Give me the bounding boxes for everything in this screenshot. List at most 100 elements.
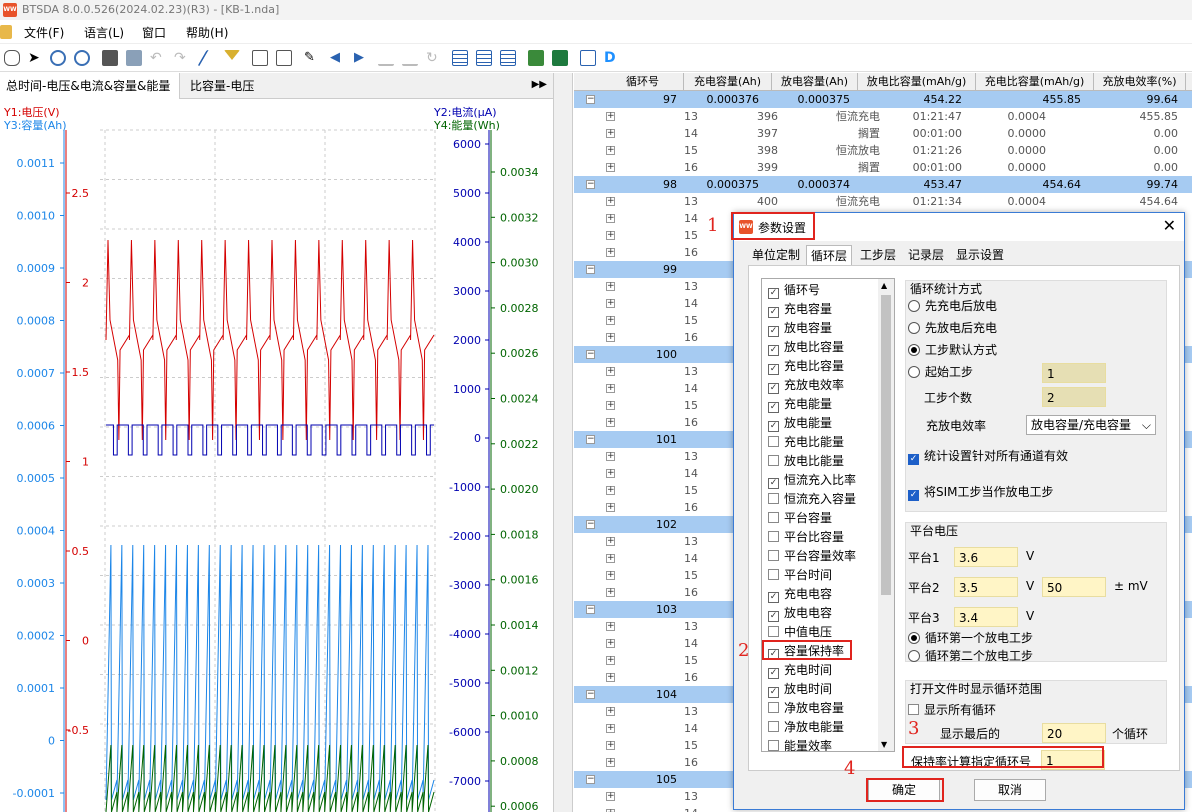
scroll-down-icon[interactable]: ▼ xyxy=(881,740,887,749)
checkbox-checked-icon[interactable]: ✓ xyxy=(768,288,779,299)
sim-checkbox[interactable]: ✓ 将SIM工步当作放电工步 xyxy=(908,483,1054,501)
show-all-checkbox[interactable]: 显示所有循环 xyxy=(908,701,996,718)
checkbox-icon[interactable] xyxy=(768,493,779,504)
column-option[interactable]: 充电比能量 xyxy=(768,433,844,452)
checkbox-checked-icon[interactable]: ✓ xyxy=(768,592,779,603)
tools-icon[interactable]: ✎ xyxy=(304,50,320,66)
splitter[interactable] xyxy=(553,73,573,812)
tab-scroll-icon[interactable]: ▶▶ xyxy=(532,79,547,90)
checkbox-icon[interactable] xyxy=(768,626,779,637)
efficiency-select[interactable]: 放电容量/充电容量 ⌵ xyxy=(1026,415,1156,435)
menu-doc-icon[interactable] xyxy=(0,25,12,39)
chart-area[interactable]: 0.0011 0.0010 0.0009 0.0008 0.0007 0.0006 0.00… xyxy=(0,100,553,812)
column-header[interactable]: 充 xyxy=(1186,73,1192,91)
tab-cycle[interactable]: 循环层 xyxy=(806,245,853,265)
start-step-input[interactable]: 1 xyxy=(1042,363,1106,383)
checkbox-checked-icon[interactable]: ✓ xyxy=(768,478,779,489)
column-header[interactable]: 放电容量(Ah) xyxy=(772,73,858,91)
checkbox-checked-icon[interactable]: ✓ xyxy=(768,668,779,679)
table-icon[interactable] xyxy=(452,50,468,66)
column-option[interactable]: ✓ 恒流充入比率 xyxy=(768,471,856,490)
checkbox-checked-icon[interactable]: ✓ xyxy=(768,402,779,413)
reset-icon[interactable] xyxy=(102,50,118,66)
table-row[interactable]: −97 0.000376 0.000375 454.22 455.85 99.64 xyxy=(574,91,1192,108)
excel-icon[interactable] xyxy=(552,50,568,66)
refresh-icon[interactable]: ↻ xyxy=(426,50,442,66)
radio-second-discharge[interactable]: 循环第二个放电工步 xyxy=(908,647,1033,664)
checkbox-icon[interactable] xyxy=(768,455,779,466)
menu-language[interactable]: 语言(L) xyxy=(84,24,124,41)
radio-default[interactable]: 工步默认方式 xyxy=(908,341,997,358)
grid-icon[interactable] xyxy=(126,50,142,66)
cancel-button[interactable]: 取消 xyxy=(974,779,1046,801)
radio-charge-first[interactable]: 先充电后放电 xyxy=(908,297,997,314)
checkbox-checked-icon[interactable]: ✓ xyxy=(768,345,779,356)
line-tool-icon[interactable] xyxy=(197,50,223,66)
export-icon[interactable] xyxy=(528,50,544,66)
tab-time-voltage[interactable]: 总时间-电压&电流&容量&能量 xyxy=(0,73,180,99)
pointer-icon[interactable]: ➤ xyxy=(28,50,44,66)
checkbox-icon[interactable] xyxy=(768,512,779,523)
column-option[interactable]: 平台容量 xyxy=(768,509,832,528)
column-option[interactable]: 净放电能量 xyxy=(768,718,844,737)
scroll-up-icon[interactable]: ▲ xyxy=(881,281,887,290)
column-option[interactable]: ✓ 充电能量 xyxy=(768,395,832,414)
column-option[interactable]: 净放电容量 xyxy=(768,699,844,718)
column-option[interactable]: 放电比能量 xyxy=(768,452,844,471)
radio-first-discharge[interactable]: 循环第一个放电工步 xyxy=(908,629,1033,646)
column-header[interactable]: 充电比容量(mAh/g) xyxy=(976,73,1094,91)
column-option[interactable]: 平台容量效率 xyxy=(768,547,856,566)
column-header[interactable]: 充放电效率(%) xyxy=(1094,73,1186,91)
list-scrollbar[interactable]: ▲ ▼ xyxy=(878,279,894,751)
tab-capacity-voltage[interactable]: 比容量-电压 xyxy=(184,73,260,99)
column-option[interactable]: ✓ 放电比容量 xyxy=(768,338,844,357)
column-option[interactable]: 恒流充入容量 xyxy=(768,490,856,509)
table-row[interactable]: −98 0.000375 0.000374 453.47 454.64 99.74 xyxy=(574,176,1192,193)
column-option[interactable]: ✓ 充电时间 xyxy=(768,661,832,680)
radio-start-step[interactable]: 起始工步 xyxy=(908,363,973,380)
layout-icon[interactable] xyxy=(580,50,596,66)
save-icon[interactable] xyxy=(276,50,292,66)
checkbox-icon[interactable] xyxy=(768,436,779,447)
zoom-in-icon[interactable] xyxy=(50,50,66,66)
checkbox-checked-icon[interactable]: ✓ xyxy=(768,307,779,318)
column-option[interactable]: ✓ 放电电容 xyxy=(768,604,832,623)
tolerance-input[interactable]: 50 xyxy=(1042,577,1106,597)
platform2-input[interactable]: 3.5 xyxy=(954,577,1018,597)
column-option[interactable]: ✓ 放电容量 xyxy=(768,319,832,338)
checkbox-checked-icon[interactable]: ✓ xyxy=(768,687,779,698)
zoom-out-icon[interactable] xyxy=(74,50,90,66)
checkbox-icon[interactable] xyxy=(768,531,779,542)
cn2-icon[interactable] xyxy=(402,50,418,66)
menu-help[interactable]: 帮助(H) xyxy=(186,24,228,41)
column-option[interactable]: ✓ 充放电效率 xyxy=(768,376,844,395)
platform3-input[interactable]: 3.4 xyxy=(954,607,1018,627)
menu-window[interactable]: 窗口 xyxy=(142,24,166,41)
checkbox-checked-icon[interactable]: ✓ xyxy=(768,611,779,622)
tab-display[interactable]: 显示设置 xyxy=(952,245,1008,265)
table-row[interactable]: +14 397 搁置 00:01:00 0.0000 0.00 xyxy=(574,125,1192,142)
column-option[interactable]: ✓ 循环号 xyxy=(768,281,820,300)
checkbox-checked-icon[interactable]: ✓ xyxy=(768,326,779,337)
checkbox-icon[interactable] xyxy=(768,702,779,713)
column-header[interactable]: 充电容量(Ah) xyxy=(684,73,772,91)
tab-record[interactable]: 记录层 xyxy=(904,245,948,265)
column-option[interactable]: 能量效率 xyxy=(768,737,832,751)
step-count-input[interactable]: 2 xyxy=(1042,387,1106,407)
table-row[interactable]: +13 396 恒流充电 01:21:47 0.0004 455.85 xyxy=(574,108,1192,125)
column-checklist[interactable]: ✓ 循环号 ✓ 充电容量 ✓ 放电容量 ✓ 放电比容量 ✓ 充电比容量 ✓ 充放电效率 ✓ 充电能量 ✓ 放电… xyxy=(761,278,895,752)
radio-discharge-first[interactable]: 先放电后充电 xyxy=(908,319,997,336)
table-row[interactable]: +13 400 恒流充电 01:21:34 0.0004 454.64 xyxy=(574,193,1192,210)
filter-icon[interactable] xyxy=(224,50,240,60)
column-option[interactable]: ✓ 充电电容 xyxy=(768,585,832,604)
open-folder-icon[interactable] xyxy=(252,50,268,66)
column-option[interactable]: ✓ 放电时间 xyxy=(768,680,832,699)
tab-step[interactable]: 工步层 xyxy=(856,245,900,265)
column-option[interactable]: 平台时间 xyxy=(768,566,832,585)
checkbox-icon[interactable] xyxy=(768,721,779,732)
undo-icon[interactable]: ↶ xyxy=(150,50,166,66)
scroll-thumb[interactable] xyxy=(881,295,891,595)
column-header[interactable]: 循环号 xyxy=(602,73,684,91)
table-row[interactable]: +15 398 恒流放电 01:21:26 0.0000 0.00 xyxy=(574,142,1192,159)
column-option[interactable]: ✓ 放电能量 xyxy=(768,414,832,433)
